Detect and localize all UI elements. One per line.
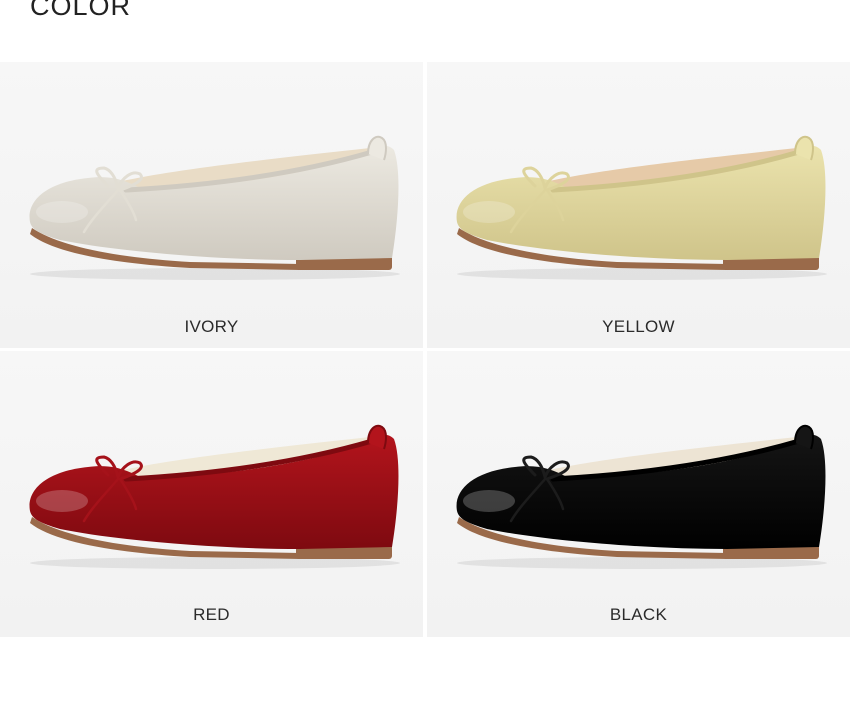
- toe-highlight: [36, 490, 88, 512]
- shoe-image-yellow: [456, 135, 827, 280]
- section-title: COLOR: [30, 0, 132, 21]
- toe-highlight: [463, 490, 515, 512]
- shoe-image-ivory: [29, 135, 400, 280]
- color-swatch-red[interactable]: RED: [0, 351, 423, 637]
- shoe-upper: [29, 145, 399, 260]
- toe-highlight: [36, 201, 88, 223]
- shoe-image-red: [29, 424, 400, 569]
- shoe-upper: [456, 434, 826, 549]
- color-label-yellow: YELLOW: [602, 317, 675, 336]
- color-swatch-ivory[interactable]: IVORY: [0, 62, 423, 348]
- toe-highlight: [463, 201, 515, 223]
- shoe-image-black: [456, 424, 827, 569]
- color-swatch-yellow[interactable]: YELLOW: [427, 62, 850, 348]
- color-swatch-black[interactable]: BLACK: [427, 351, 850, 637]
- shoe-upper: [456, 145, 826, 260]
- color-label-black: BLACK: [609, 605, 668, 624]
- color-label-ivory: IVORY: [184, 317, 239, 336]
- shoe-upper: [29, 434, 399, 549]
- color-label-red: RED: [193, 605, 230, 624]
